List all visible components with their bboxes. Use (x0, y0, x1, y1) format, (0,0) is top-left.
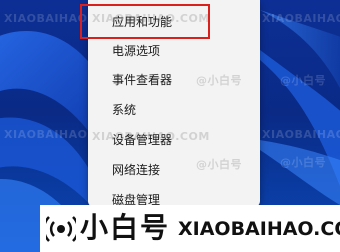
menu-item-label: 电源选项 (112, 44, 161, 58)
menu-item-label: 网络连接 (112, 163, 161, 177)
menu-item-label: 事件查看器 (112, 73, 173, 87)
menu-item-label: 系统 (112, 103, 137, 117)
watermark-brand: @小白号 (280, 156, 326, 169)
watermark-brand: @小白号 (196, 74, 242, 87)
banner-url: XIAOBAIHAO.COM (178, 218, 340, 240)
banner-brand-name: 小白号 (80, 211, 171, 244)
menu-item-system[interactable]: 系统 (88, 97, 260, 123)
watermark-text: XIAOBAIHAO.COM (262, 128, 340, 141)
watermark-brand: @小白号 (280, 74, 326, 87)
highlight-box (80, 4, 210, 39)
menu-item-power-options[interactable]: 电源选项 (88, 38, 260, 64)
watermark-brand: @小白号 (196, 158, 242, 171)
watermark-text: XIAOBAIHAO.COM (92, 130, 210, 143)
signal-icon (46, 216, 76, 242)
watermark-text: XIAOBAIHAO.COM (262, 12, 340, 25)
